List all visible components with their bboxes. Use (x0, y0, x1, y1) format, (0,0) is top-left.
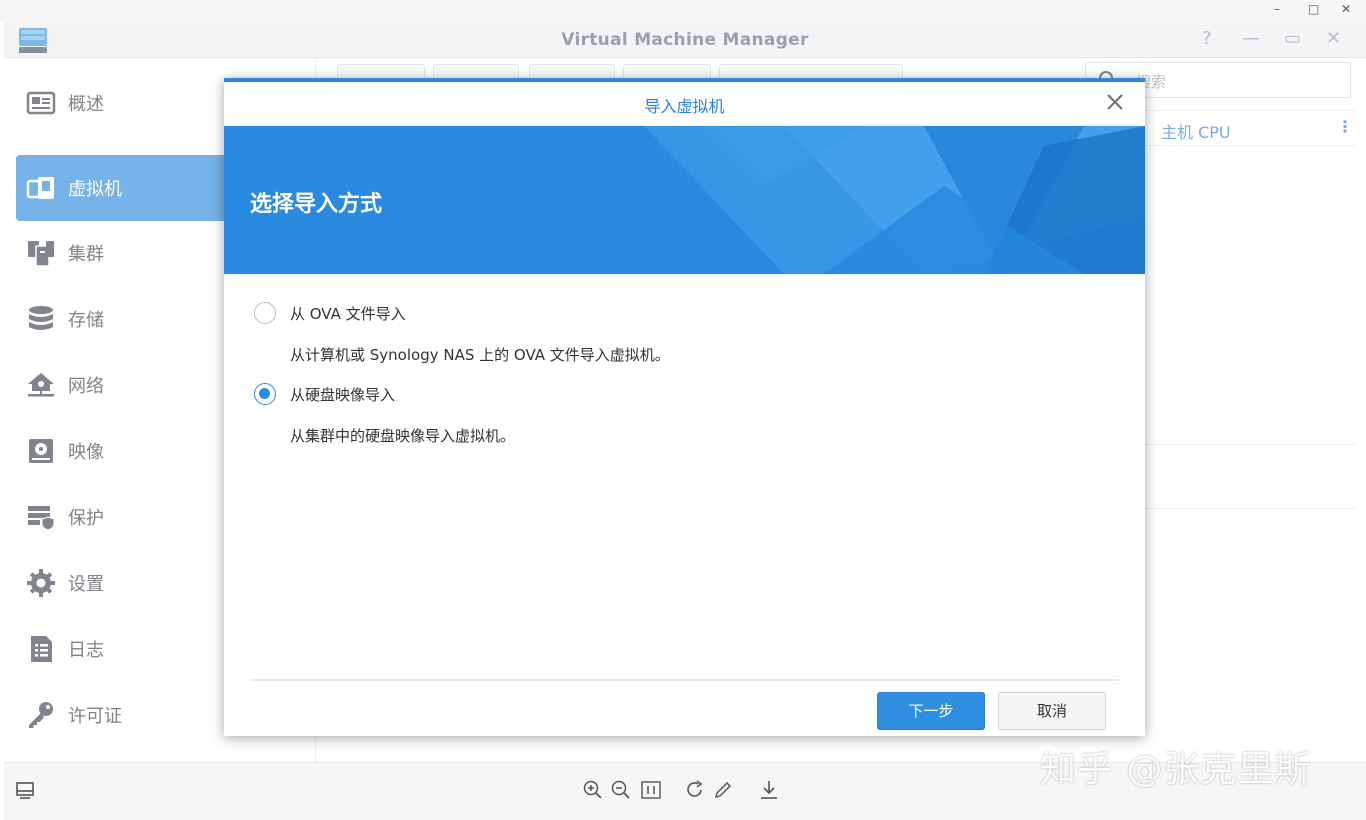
app-title: Virtual Machine Manager (561, 30, 809, 50)
option-description: 从计算机或 Synology NAS 上的 OVA 文件导入虚拟机。 (290, 346, 670, 364)
watermark-text: 知乎 @张克里斯 (1040, 749, 1312, 790)
os-maximize-icon[interactable]: □ (1308, 2, 1319, 16)
option-import-ova[interactable]: 从 OVA 文件导入 (254, 302, 406, 324)
option-label: 从 OVA 文件导入 (290, 304, 406, 323)
banner-title: 选择导入方式 (250, 192, 383, 217)
maximize-icon[interactable]: ▭ (1284, 28, 1301, 49)
minimize-icon[interactable]: — (1242, 28, 1260, 49)
dialog-header: 导入虚拟机 (224, 82, 1145, 126)
dialog-banner: 选择导入方式 (224, 126, 1145, 274)
layout-toggle-icon[interactable] (14, 779, 36, 801)
actual-size-icon[interactable] (640, 779, 662, 801)
download-icon[interactable] (758, 779, 780, 801)
os-close-icon[interactable]: ✕ (1341, 2, 1351, 16)
close-icon[interactable]: ✕ (1326, 28, 1341, 49)
os-window-bar: – □ ✕ (0, 0, 1366, 22)
option-description: 从集群中的硬盘映像导入虚拟机。 (290, 427, 516, 445)
help-icon[interactable]: ? (1202, 28, 1212, 49)
next-button[interactable]: 下一步 (877, 692, 985, 730)
option-label: 从硬盘映像导入 (290, 385, 396, 404)
edit-pencil-icon[interactable] (712, 779, 734, 801)
dialog-footer-divider (250, 679, 1119, 681)
option-import-disk-image[interactable]: 从硬盘映像导入 (254, 383, 395, 405)
cancel-button[interactable]: 取消 (998, 692, 1106, 730)
os-minimize-icon[interactable]: – (1274, 2, 1280, 16)
zoom-out-icon[interactable] (610, 779, 632, 801)
zoom-in-icon[interactable] (582, 779, 604, 801)
dialog-title: 导入虚拟机 (644, 97, 725, 116)
radio-disk-image[interactable] (254, 383, 276, 405)
import-vm-dialog: 导入虚拟机 选择导入方式 从 OVA 文件导入 从计算机或 Synology N… (224, 78, 1145, 736)
rotate-icon[interactable] (684, 779, 706, 801)
dialog-close-icon[interactable] (1105, 92, 1125, 112)
app-titlebar: Virtual Machine Manager ? — ▭ ✕ (4, 22, 1366, 58)
radio-ova[interactable] (254, 302, 276, 324)
